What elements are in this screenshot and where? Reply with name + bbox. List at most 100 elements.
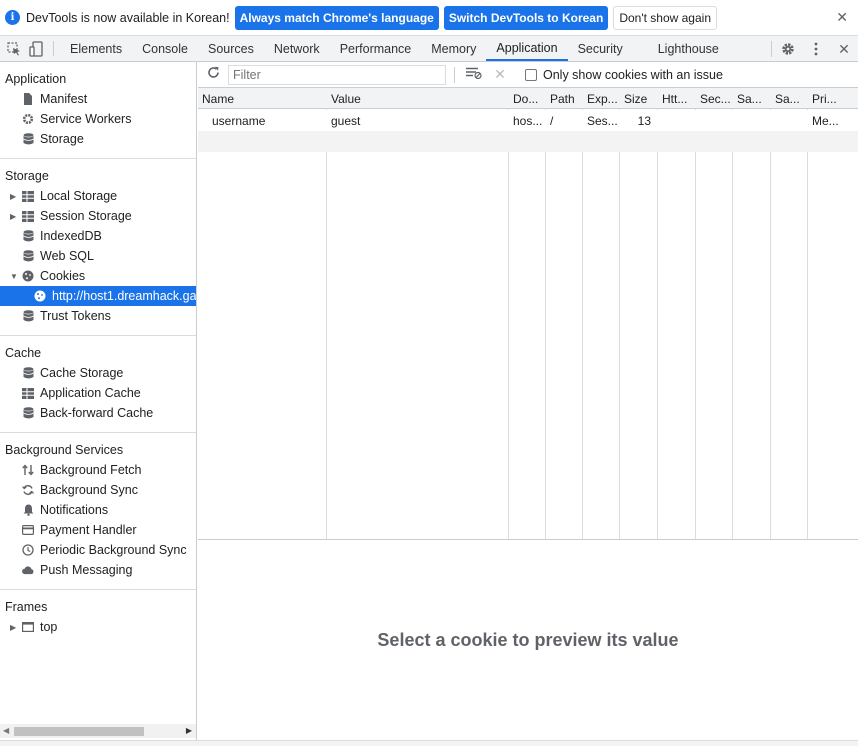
inspect-element-icon[interactable] bbox=[3, 36, 25, 61]
cell-expires: Ses... bbox=[587, 113, 618, 128]
section-title-frames: Frames bbox=[5, 600, 48, 614]
expand-arrow-icon[interactable]: ▶ bbox=[10, 212, 18, 221]
dont-show-again-button[interactable]: Don't show again bbox=[613, 5, 717, 30]
database-icon bbox=[22, 250, 34, 262]
sidebar-item-frame-top[interactable]: ▶ top bbox=[0, 617, 196, 637]
tab-application[interactable]: Application bbox=[486, 36, 568, 61]
sidebar-item-cookie-origin[interactable]: http://host1.dreamhack.games bbox=[0, 286, 196, 306]
column-header-path[interactable]: Path bbox=[546, 88, 582, 109]
credit-card-icon bbox=[22, 524, 34, 536]
sidebar-item-web-sql[interactable]: Web SQL bbox=[0, 246, 196, 266]
language-infobar: i DevTools is now available in Korean! A… bbox=[0, 0, 858, 36]
sidebar-item-session-storage[interactable]: ▶ Session Storage bbox=[0, 206, 196, 226]
cell-size: 13 bbox=[637, 113, 651, 128]
device-toolbar-icon[interactable] bbox=[25, 36, 47, 61]
collapse-arrow-icon[interactable]: ▼ bbox=[10, 272, 18, 281]
clock-icon bbox=[22, 544, 34, 556]
column-header-priority[interactable]: Pri... bbox=[808, 88, 858, 109]
application-sidebar: Application Manifest Service Workers Sto… bbox=[0, 62, 197, 746]
column-header-value[interactable]: Value bbox=[327, 88, 508, 109]
database-icon bbox=[22, 310, 34, 322]
sidebar-item-application-cache[interactable]: Application Cache bbox=[0, 383, 196, 403]
filter-input[interactable] bbox=[228, 64, 446, 85]
tab-memory[interactable]: Memory bbox=[421, 36, 486, 61]
tab-performance[interactable]: Performance bbox=[330, 36, 422, 61]
clear-filtered-cookies-icon[interactable] bbox=[463, 67, 485, 82]
cell-priority: Me... bbox=[812, 113, 839, 128]
section-title-background-services: Background Services bbox=[5, 443, 124, 457]
sidebar-item-cookies[interactable]: ▼ Cookies bbox=[0, 266, 196, 286]
empty-table-row[interactable] bbox=[198, 131, 858, 152]
scroll-left-arrow-icon[interactable]: ◀ bbox=[3, 726, 9, 735]
only-issue-label: Only show cookies with an issue bbox=[543, 67, 723, 82]
expand-arrow-icon[interactable]: ▶ bbox=[10, 623, 18, 632]
sync-icon bbox=[22, 484, 34, 496]
tab-lighthouse[interactable]: Lighthouse bbox=[648, 36, 729, 61]
tab-sources[interactable]: Sources bbox=[198, 36, 264, 61]
sidebar-item-background-sync[interactable]: Background Sync bbox=[0, 480, 196, 500]
settings-gear-icon[interactable] bbox=[774, 42, 802, 56]
sidebar-item-notifications[interactable]: Notifications bbox=[0, 500, 196, 520]
table-row[interactable]: username guest hos... / Ses... 13 Me... bbox=[198, 110, 858, 131]
refresh-icon[interactable] bbox=[198, 66, 228, 83]
sidebar-item-storage[interactable]: Storage bbox=[0, 129, 196, 149]
close-icon[interactable]: ✕ bbox=[836, 9, 848, 26]
sidebar-item-indexeddb[interactable]: IndexedDB bbox=[0, 226, 196, 246]
scroll-right-arrow-icon[interactable]: ▶ bbox=[186, 726, 192, 735]
switch-to-korean-button[interactable]: Switch DevTools to Korean bbox=[443, 5, 609, 30]
grid-icon bbox=[22, 210, 34, 222]
sidebar-item-service-workers[interactable]: Service Workers bbox=[0, 109, 196, 129]
column-header-size[interactable]: Size bbox=[620, 88, 657, 109]
delete-selected-icon[interactable]: ✕ bbox=[489, 66, 511, 83]
always-match-language-button[interactable]: Always match Chrome's language bbox=[234, 5, 439, 30]
column-header-expires[interactable]: Exp... bbox=[583, 88, 619, 109]
column-header-name[interactable]: Name bbox=[198, 88, 326, 109]
close-devtools-icon[interactable]: ✕ bbox=[830, 41, 858, 58]
cell-domain: hos... bbox=[513, 113, 543, 128]
up-down-arrows-icon bbox=[22, 464, 34, 476]
cookie-icon bbox=[34, 290, 46, 302]
document-icon bbox=[22, 93, 34, 105]
cookies-table: Name Value Do... Path Exp... Size Htt...… bbox=[198, 88, 858, 540]
sidebar-item-cache-storage[interactable]: Cache Storage bbox=[0, 363, 196, 383]
tab-network[interactable]: Network bbox=[264, 36, 330, 61]
info-icon: i bbox=[5, 10, 20, 25]
sidebar-item-background-fetch[interactable]: Background Fetch bbox=[0, 460, 196, 480]
section-title-cache: Cache bbox=[5, 346, 42, 360]
cell-secure bbox=[696, 110, 732, 131]
tab-console[interactable]: Console bbox=[132, 36, 198, 61]
column-header-domain[interactable]: Do... bbox=[509, 88, 545, 109]
sidebar-item-manifest[interactable]: Manifest bbox=[0, 89, 196, 109]
expand-arrow-icon[interactable]: ▶ bbox=[10, 192, 18, 201]
scrollbar-thumb[interactable] bbox=[14, 727, 144, 736]
section-title-storage: Storage bbox=[5, 169, 49, 183]
sidebar-item-back-forward-cache[interactable]: Back-forward Cache bbox=[0, 403, 196, 423]
sidebar-item-local-storage[interactable]: ▶ Local Storage bbox=[0, 186, 196, 206]
tab-security[interactable]: Security bbox=[568, 36, 648, 61]
grid-icon bbox=[22, 387, 34, 399]
sidebar-horizontal-scrollbar[interactable]: ◀ ▶ bbox=[0, 724, 196, 738]
column-header-httponly[interactable]: Htt... bbox=[658, 88, 695, 109]
section-title-application: Application bbox=[5, 72, 67, 86]
devtools-tabbar: Elements Console Sources Network Perform… bbox=[0, 36, 858, 62]
tab-elements[interactable]: Elements bbox=[60, 36, 132, 61]
only-issue-checkbox[interactable] bbox=[525, 68, 537, 81]
column-header-samesite[interactable]: Sa... bbox=[733, 88, 770, 109]
cell-path: / bbox=[550, 113, 554, 128]
gear-icon bbox=[22, 113, 34, 125]
column-header-secure[interactable]: Sec... bbox=[696, 88, 732, 109]
cell-value: guest bbox=[331, 113, 361, 128]
sidebar-item-trust-tokens[interactable]: Trust Tokens bbox=[0, 306, 196, 326]
column-header-sameparty[interactable]: Sa... bbox=[771, 88, 807, 109]
cell-sameparty bbox=[771, 110, 807, 131]
more-options-icon[interactable] bbox=[802, 42, 830, 56]
sidebar-item-payment-handler[interactable]: Payment Handler bbox=[0, 520, 196, 540]
infobar-message: DevTools is now available in Korean! bbox=[26, 10, 230, 25]
cell-httponly bbox=[658, 110, 695, 131]
preview-placeholder-text: Select a cookie to preview its value bbox=[377, 630, 679, 650]
database-icon bbox=[22, 407, 34, 419]
sidebar-item-periodic-background-sync[interactable]: Periodic Background Sync bbox=[0, 540, 196, 560]
bottom-status-strip bbox=[0, 740, 858, 746]
sidebar-item-push-messaging[interactable]: Push Messaging bbox=[0, 560, 196, 580]
cookie-preview-pane: Select a cookie to preview its value bbox=[198, 541, 858, 740]
